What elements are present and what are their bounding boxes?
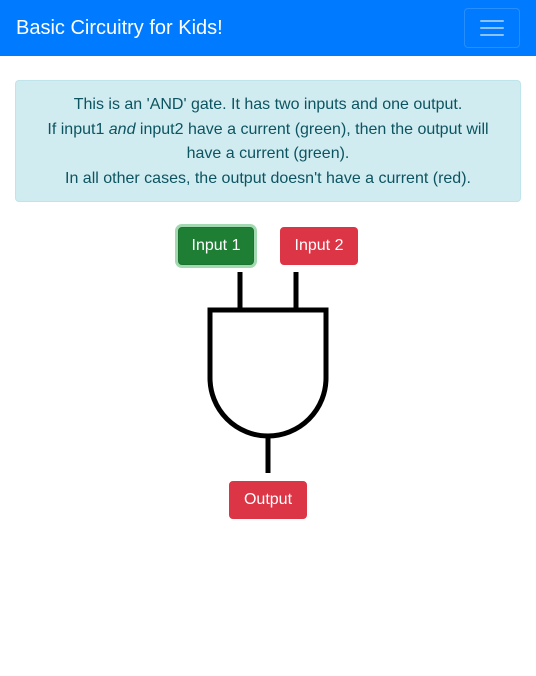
input-2-button[interactable]: Input 2 — [280, 227, 358, 265]
info-line-1: This is an 'AND' gate. It has two inputs… — [73, 96, 463, 113]
info-line-2-start: If input1 — [47, 120, 109, 138]
output-button[interactable]: Output — [229, 481, 307, 519]
navbar-toggler-button[interactable] — [464, 8, 520, 48]
info-alert: This is an 'AND' gate. It has two inputs… — [15, 80, 521, 202]
info-line-2-end: input2 have a current (green), then the … — [135, 120, 489, 163]
info-line-3: In all other cases, the output doesn't h… — [65, 169, 471, 187]
hamburger-menu-icon — [480, 18, 504, 38]
navbar-brand[interactable]: Basic Circuitry for Kids! — [16, 15, 223, 41]
navbar: Basic Circuitry for Kids! — [0, 0, 536, 56]
and-gate-diagram — [207, 272, 329, 473]
and-gate-body — [207, 307, 329, 439]
info-line-2: If input1 and input2 have a current (gre… — [36, 118, 500, 167]
info-emphasis: and — [108, 120, 136, 138]
input-1-button[interactable]: Input 1 — [178, 227, 254, 265]
